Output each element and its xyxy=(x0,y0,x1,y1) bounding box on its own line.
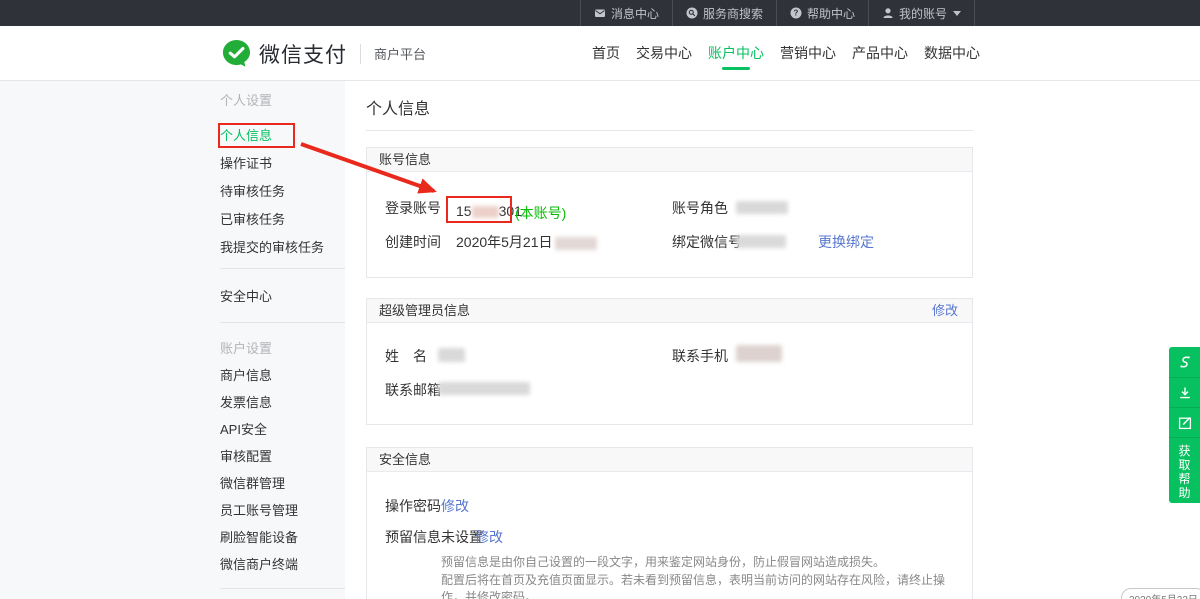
rebind-wechat-link[interactable]: 更换绑定 xyxy=(818,232,874,252)
download-icon xyxy=(1177,385,1193,401)
my-account-label: 我的账号 xyxy=(899,5,947,22)
sidebar-item-pending-tasks[interactable]: 待审核任务 xyxy=(220,178,345,205)
account-role-label: 账号角色 xyxy=(672,198,728,218)
operation-password-label: 操作密码 xyxy=(385,496,441,516)
date-tooltip: 2020年5月22日 xyxy=(1121,588,1200,599)
contact-phone-label: 联系手机 xyxy=(672,346,728,366)
question-icon: ? xyxy=(790,7,802,19)
brand-name: 微信支付 xyxy=(259,39,347,69)
sidebar-item-staff-account-mgmt[interactable]: 员工账号管理 xyxy=(220,497,345,524)
account-info-header: 账号信息 xyxy=(367,148,972,172)
service-link-icon xyxy=(1177,354,1193,370)
name-label: 姓 名 xyxy=(385,346,427,366)
nav-marketing-center[interactable]: 营销中心 xyxy=(780,26,836,81)
masked-value xyxy=(736,201,788,214)
top-utility-group: 消息中心 服务商搜索 ? 帮助中心 我的账号 xyxy=(580,0,975,26)
portal-name: 商户平台 xyxy=(374,44,426,63)
masked-value xyxy=(736,345,782,362)
brand-divider xyxy=(360,44,361,64)
sidebar-item-security-center[interactable]: 安全中心 xyxy=(220,283,345,310)
main-content: 个人信息 账号信息 登录账号 15301 (本账号) 账号角色 创建时间 202… xyxy=(345,81,1200,599)
create-time-value: 2020年5月21日 xyxy=(456,232,597,252)
sidebar-divider xyxy=(220,588,345,589)
nav-account-center[interactable]: 账户中心 xyxy=(708,26,764,81)
sidebar-divider xyxy=(220,268,345,269)
message-center-label: 消息中心 xyxy=(611,5,659,22)
masked-value xyxy=(555,237,597,250)
user-icon xyxy=(882,7,894,19)
help-center-item[interactable]: ? 帮助中心 xyxy=(776,0,868,26)
feedback-button[interactable] xyxy=(1169,407,1200,437)
masked-value xyxy=(736,235,786,248)
provider-search-item[interactable]: 服务商搜索 xyxy=(672,0,776,26)
chevron-down-icon xyxy=(953,11,961,16)
service-link-button[interactable] xyxy=(1169,347,1200,377)
my-account-item[interactable]: 我的账号 xyxy=(868,0,975,26)
help-float-widget: 获取帮助 xyxy=(1169,347,1200,503)
provider-search-label: 服务商搜索 xyxy=(703,5,763,22)
login-account-value: 15301 xyxy=(456,203,522,219)
mail-icon xyxy=(594,7,606,19)
svg-text:?: ? xyxy=(794,9,799,18)
sidebar-item-api-security[interactable]: API安全 xyxy=(220,416,345,443)
nav-trade-center[interactable]: 交易中心 xyxy=(636,26,692,81)
sidebar-header-account-settings: 账户设置 xyxy=(220,335,345,362)
security-info-section: 安全信息 操作密码 修改 预留信息 未设置 修改 预留信息是由你自己设置的一段文… xyxy=(366,447,973,599)
primary-nav: 首页 交易中心 账户中心 营销中心 产品中心 数据中心 xyxy=(576,26,980,81)
masked-value xyxy=(438,348,465,362)
create-time-label: 创建时间 xyxy=(385,232,441,252)
reserved-modify-link[interactable]: 修改 xyxy=(475,527,503,547)
super-admin-header: 超级管理员信息修改 xyxy=(367,299,972,323)
wechat-pay-logo-icon xyxy=(222,39,251,68)
security-info-header: 安全信息 xyxy=(367,448,972,472)
description-line: 配置后将在首页及充值页面显示。若未看到预留信息，表明当前访问的网站存在风险，请终… xyxy=(441,572,961,599)
sidebar-item-operation-cert[interactable]: 操作证书 xyxy=(220,150,345,177)
page-title: 个人信息 xyxy=(366,95,430,119)
sidebar: 个人设置 个人信息 操作证书 待审核任务 已审核任务 我提交的审核任务 安全中心… xyxy=(0,81,345,599)
brand-area[interactable]: 微信支付 商户平台 xyxy=(222,26,426,81)
sidebar-header-personal-settings: 个人设置 xyxy=(220,87,345,114)
reserved-info-description: 预留信息是由你自己设置的一段文字，用来鉴定网站身份，防止假冒网站造成损失。 配置… xyxy=(441,554,961,599)
get-help-label: 获取帮助 xyxy=(1178,444,1191,500)
nav-product-center[interactable]: 产品中心 xyxy=(852,26,908,81)
nav-data-center[interactable]: 数据中心 xyxy=(924,26,980,81)
message-center-item[interactable]: 消息中心 xyxy=(580,0,672,26)
account-info-section: 账号信息 登录账号 15301 (本账号) 账号角色 创建时间 2020年5月2… xyxy=(366,147,973,278)
sidebar-item-personal-info[interactable]: 个人信息 xyxy=(220,122,345,149)
bind-wechat-label: 绑定微信号 xyxy=(672,232,742,252)
admin-modify-link[interactable]: 修改 xyxy=(932,299,958,322)
login-account-label: 登录账号 xyxy=(385,198,441,218)
reserved-info-label: 预留信息 xyxy=(385,527,441,547)
sidebar-item-face-device[interactable]: 刷脸智能设备 xyxy=(220,524,345,551)
sidebar-item-merchant-info[interactable]: 商户信息 xyxy=(220,362,345,389)
masked-value xyxy=(472,206,499,218)
sidebar-item-wechat-group-mgmt[interactable]: 微信群管理 xyxy=(220,470,345,497)
help-center-label: 帮助中心 xyxy=(807,5,855,22)
sidebar-item-invoice-info[interactable]: 发票信息 xyxy=(220,389,345,416)
top-utility-bar: 消息中心 服务商搜索 ? 帮助中心 我的账号 xyxy=(0,0,1200,26)
contact-email-label: 联系邮箱 xyxy=(385,380,441,400)
nav-home[interactable]: 首页 xyxy=(592,26,620,81)
sidebar-divider xyxy=(220,322,345,323)
password-modify-link[interactable]: 修改 xyxy=(441,496,469,516)
search-icon xyxy=(686,7,698,19)
super-admin-section: 超级管理员信息修改 姓 名 联系手机 联系邮箱 xyxy=(366,298,973,425)
description-line: 预留信息是由你自己设置的一段文字，用来鉴定网站身份，防止假冒网站造成损失。 xyxy=(441,554,961,571)
download-button[interactable] xyxy=(1169,377,1200,407)
edit-icon xyxy=(1177,415,1193,431)
title-divider xyxy=(366,130,973,131)
sidebar-item-merchant-terminal[interactable]: 微信商户终端 xyxy=(220,551,345,578)
main-header: 微信支付 商户平台 首页 交易中心 账户中心 营销中心 产品中心 数据中心 xyxy=(0,26,1200,81)
sidebar-item-reviewed-tasks[interactable]: 已审核任务 xyxy=(220,206,345,233)
masked-value xyxy=(438,382,530,395)
sidebar-item-my-submitted-tasks[interactable]: 我提交的审核任务 xyxy=(220,234,345,261)
current-account-tag: (本账号) xyxy=(515,203,566,223)
wechat-pay-merchant-portal: 消息中心 服务商搜索 ? 帮助中心 我的账号 微信支付 xyxy=(0,0,1200,599)
sidebar-item-review-config[interactable]: 审核配置 xyxy=(220,443,345,470)
get-help-button[interactable]: 获取帮助 xyxy=(1169,437,1200,503)
